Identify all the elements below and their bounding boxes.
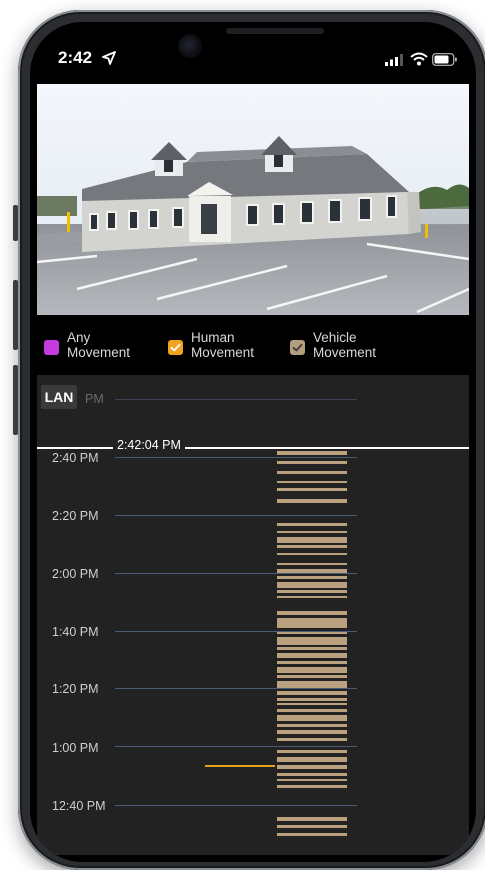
vehicle-activity-stripe: [277, 488, 347, 491]
vehicle-activity-stripe: [277, 730, 347, 734]
time-label: 1:00 PM: [52, 741, 99, 755]
vehicle-movement-checkbox[interactable]: [290, 340, 305, 355]
vehicle-activity-stripe: [277, 750, 347, 753]
vehicle-activity-stripe: [277, 451, 347, 455]
vehicle-activity-stripe: [277, 563, 347, 565]
vehicle-activity-stripe: [277, 596, 347, 598]
grid-line: [115, 515, 357, 516]
human-movement-segment[interactable]: [205, 765, 275, 767]
grid-line: [115, 573, 357, 574]
grid-line: [115, 688, 357, 689]
vehicle-activity-stripe: [277, 545, 347, 548]
time-label-top: PM: [85, 392, 104, 406]
legend-label: Any Movement: [67, 330, 131, 360]
vehicle-activity-stripe: [277, 590, 347, 593]
vehicle-activity-stripe: [277, 471, 347, 474]
time-label: 12:40 PM: [52, 799, 106, 813]
grid-line: [115, 805, 357, 806]
vehicle-activity-stripe: [277, 724, 347, 727]
legend-label: Vehicle Movement: [313, 330, 377, 360]
time-label: 1:40 PM: [52, 625, 99, 639]
current-time-line[interactable]: [37, 447, 469, 449]
vehicle-activity-stripe: [277, 647, 347, 650]
time-label: 2:40 PM: [52, 451, 99, 465]
vehicle-activity-stripe: [277, 667, 347, 673]
vehicle-activity-stripe: [277, 817, 347, 821]
time-label: 2:20 PM: [52, 509, 99, 523]
vehicle-activity-stripe: [277, 765, 347, 769]
status-time: 2:42: [58, 48, 93, 67]
vehicle-activity-stripe: [277, 523, 347, 526]
battery-icon: [432, 53, 457, 66]
grid-line: [115, 631, 357, 632]
vehicle-activity-stripe: [277, 618, 347, 628]
vehicle-activity-stripe: [277, 499, 347, 503]
movement-legend: Any Movement Human Movement Vehicle Move…: [38, 327, 468, 367]
lan-badge: LAN: [41, 385, 77, 409]
motion-timeline[interactable]: LAN PM 2:40 PM 2:20 PM 2:00 PM 1:40 PM 1…: [37, 375, 469, 855]
vehicle-activity-stripe: [277, 531, 347, 533]
vehicle-activity-stripe: [277, 481, 347, 483]
vehicle-activity-stripe: [277, 779, 347, 781]
vehicle-activity-stripe: [277, 715, 347, 721]
vehicle-activity-stripe: [277, 703, 347, 705]
human-movement-checkbox[interactable]: [168, 340, 183, 355]
wifi-icon: [410, 52, 428, 66]
vehicle-activity-stripe: [277, 537, 347, 543]
location-arrow-icon: [102, 51, 116, 65]
vehicle-activity-stripe: [277, 691, 347, 695]
vehicle-activity-stripe: [277, 461, 347, 464]
cellular-signal-icon: [385, 54, 403, 66]
vehicle-activity-stripe: [277, 675, 347, 678]
vehicle-activity-stripe: [277, 773, 347, 776]
volume-up-button: [13, 280, 18, 350]
vehicle-activity-stripe: [277, 833, 347, 836]
any-movement-checkbox[interactable]: [44, 340, 59, 355]
grid-line: [115, 746, 357, 747]
vehicle-activity-stripe: [277, 757, 347, 762]
vehicle-activity-stripe: [277, 738, 347, 741]
phone-screen: 2:42 Any Movement Human Movement Vehicle…: [30, 22, 476, 862]
vehicle-activity-stripe: [277, 661, 347, 664]
checkmark-icon: [170, 343, 181, 352]
camera-feed-image[interactable]: [37, 84, 469, 315]
front-camera: [178, 34, 202, 58]
speaker-grille: [226, 28, 324, 34]
time-label: 2:00 PM: [52, 567, 99, 581]
checkmark-icon: [292, 343, 303, 352]
vehicle-activity-stripe: [277, 576, 347, 579]
vehicle-activity-stripe: [277, 698, 347, 701]
vehicle-activity-stripe: [277, 582, 347, 588]
vehicle-activity-stripe: [277, 637, 347, 645]
grid-line: [115, 457, 357, 458]
building-photo: [37, 84, 469, 315]
vehicle-activity-stripe: [277, 611, 347, 615]
vehicle-activity-stripe: [277, 653, 347, 658]
volume-down-button: [13, 365, 18, 435]
silent-switch: [13, 205, 18, 241]
time-label: 1:20 PM: [52, 682, 99, 696]
vehicle-activity-stripe: [277, 553, 347, 555]
current-time-label: 2:42:04 PM: [113, 437, 185, 453]
vehicle-activity-stripe: [277, 785, 347, 788]
vehicle-activity-stripe: [277, 709, 347, 712]
legend-label: Human Movement: [191, 330, 255, 360]
